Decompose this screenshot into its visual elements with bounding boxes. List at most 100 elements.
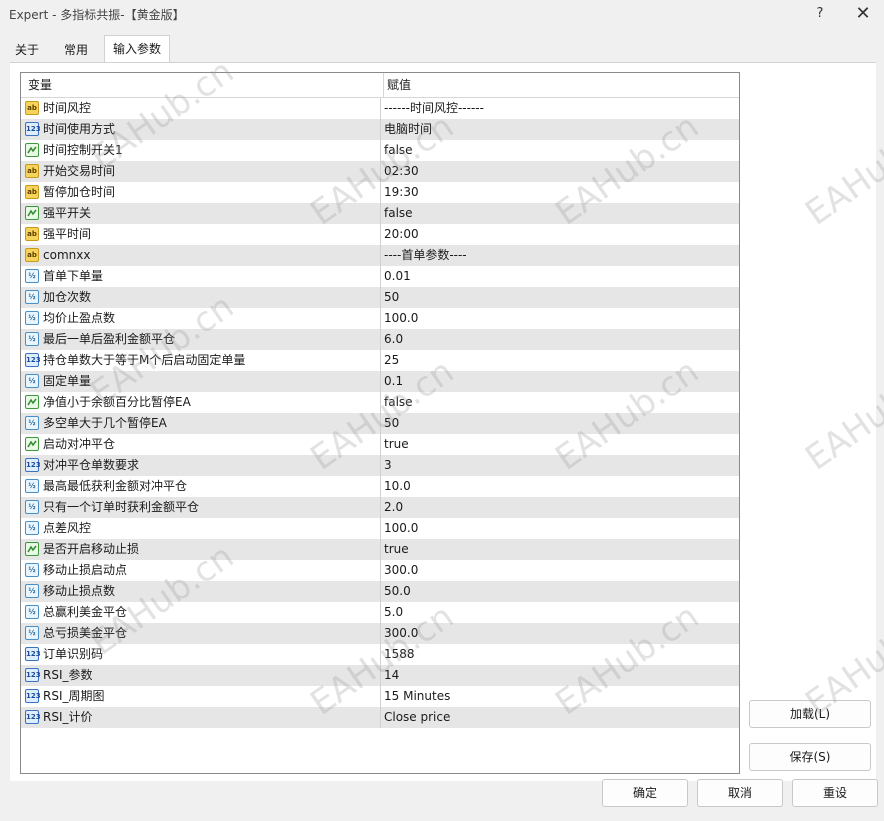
double-type-icon: ½ (25, 584, 39, 598)
parameter-name: 最高最低获利金额对冲平仓 (43, 479, 188, 493)
double-type-icon: ½ (25, 563, 39, 577)
tab-about[interactable]: 关于 (12, 38, 42, 62)
parameter-value[interactable]: 300.0 (380, 623, 734, 644)
parameter-row[interactable]: ab 暂停加仓时间 19:30 (21, 182, 739, 203)
parameter-row[interactable]: ½ 点差风控 100.0 (21, 518, 739, 539)
parameter-value[interactable]: 14 (380, 665, 734, 686)
parameter-name: 多空单大于几个暂停EA (43, 416, 167, 430)
parameter-name: 总亏损美金平仓 (43, 626, 128, 640)
parameter-value[interactable]: 电脑时间 (380, 119, 734, 140)
column-header-variable[interactable]: 变量 (28, 73, 52, 97)
parameter-name: 净值小于余额百分比暂停EA (43, 395, 191, 409)
double-type-icon: ½ (25, 500, 39, 514)
string-type-icon: ab (25, 164, 39, 178)
parameter-value[interactable]: 2.0 (380, 497, 734, 518)
string-type-icon: ab (25, 227, 39, 241)
parameter-value[interactable]: 50.0 (380, 581, 734, 602)
parameter-name: 总赢利美金平仓 (43, 605, 128, 619)
parameter-value[interactable]: 5.0 (380, 602, 734, 623)
parameter-value[interactable]: 15 Minutes (380, 686, 734, 707)
parameter-row[interactable]: 时间控制开关1 false (21, 140, 739, 161)
parameter-name: 只有一个订单时获利金额平仓 (43, 500, 200, 514)
parameter-row[interactable]: ½ 首单下单量 0.01 (21, 266, 739, 287)
double-type-icon: ½ (25, 626, 39, 640)
parameter-row[interactable]: 净值小于余额百分比暂停EA false (21, 392, 739, 413)
string-type-icon: ab (25, 185, 39, 199)
close-button[interactable]: ✕ (851, 3, 875, 25)
parameter-name: 移动止损点数 (43, 584, 116, 598)
parameter-row[interactable]: 启动对冲平仓 true (21, 434, 739, 455)
integer-type-icon: 123 (25, 647, 41, 661)
parameter-row[interactable]: ½ 最后一单后盈利金额平仓 6.0 (21, 329, 739, 350)
reset-button[interactable]: 重设 (792, 779, 878, 807)
parameter-row[interactable]: ½ 总亏损美金平仓 300.0 (21, 623, 739, 644)
ok-button[interactable]: 确定 (602, 779, 688, 807)
parameter-value[interactable]: 50 (380, 413, 734, 434)
bool-type-icon (25, 395, 39, 409)
parameter-value[interactable]: 1588 (380, 644, 734, 665)
parameter-row[interactable]: ½ 移动止损点数 50.0 (21, 581, 739, 602)
parameter-value[interactable]: ------时间风控------ (380, 98, 734, 119)
parameter-name: 启动对冲平仓 (43, 437, 116, 451)
integer-type-icon: 123 (25, 710, 41, 724)
parameter-row[interactable]: ab 时间风控 ------时间风控------ (21, 98, 739, 119)
parameter-value[interactable]: ----首单参数---- (380, 245, 734, 266)
column-header-value[interactable]: 赋值 (383, 73, 737, 97)
parameter-row[interactable]: 123 RSI_计价 Close price (21, 707, 739, 728)
save-button[interactable]: 保存(S) (749, 743, 871, 771)
double-type-icon: ½ (25, 521, 39, 535)
parameter-value[interactable]: 0.1 (380, 371, 734, 392)
parameter-value[interactable]: false (380, 392, 734, 413)
parameter-name: 暂停加仓时间 (43, 185, 116, 199)
double-type-icon: ½ (25, 311, 39, 325)
integer-type-icon: 123 (25, 353, 41, 367)
parameter-row[interactable]: ½ 移动止损启动点 300.0 (21, 560, 739, 581)
parameters-grid: 变量 赋值 ab 时间风控 ------时间风控------ 123 时间使用方式 电脑时… (20, 72, 740, 774)
parameter-value[interactable]: 300.0 (380, 560, 734, 581)
parameter-value[interactable]: 10.0 (380, 476, 734, 497)
parameter-row[interactable]: 123 持仓单数大于等于M个后启动固定单量 25 (21, 350, 739, 371)
tab-inputs[interactable]: 输入参数 (104, 35, 170, 63)
parameter-row[interactable]: ½ 总赢利美金平仓 5.0 (21, 602, 739, 623)
parameter-row[interactable]: 123 对冲平仓单数要求 3 (21, 455, 739, 476)
parameter-value[interactable]: 02:30 (380, 161, 734, 182)
parameter-row[interactable]: ½ 多空单大于几个暂停EA 50 (21, 413, 739, 434)
help-button[interactable]: ? (810, 4, 830, 24)
parameter-name: 固定单量 (43, 374, 92, 388)
tab-common[interactable]: 常用 (60, 38, 92, 62)
parameter-value[interactable]: 19:30 (380, 182, 734, 203)
parameter-value[interactable]: 100.0 (380, 308, 734, 329)
load-button[interactable]: 加载(L) (749, 700, 871, 728)
parameter-row[interactable]: ½ 最高最低获利金额对冲平仓 10.0 (21, 476, 739, 497)
parameter-row[interactable]: 123 时间使用方式 电脑时间 (21, 119, 739, 140)
parameter-value[interactable]: 50 (380, 287, 734, 308)
parameter-value[interactable]: 3 (380, 455, 734, 476)
parameter-value[interactable]: 6.0 (380, 329, 734, 350)
parameter-name: 强平开关 (43, 206, 92, 220)
parameter-value[interactable]: true (380, 539, 734, 560)
parameter-row[interactable]: ab 强平时间 20:00 (21, 224, 739, 245)
parameter-row[interactable]: ab comnxx ----首单参数---- (21, 245, 739, 266)
parameter-value[interactable]: Close price (380, 707, 734, 728)
parameter-value[interactable]: 20:00 (380, 224, 734, 245)
parameter-value[interactable]: 0.01 (380, 266, 734, 287)
parameter-row[interactable]: 是否开启移动止损 true (21, 539, 739, 560)
parameter-row[interactable]: 123 订单识别码 1588 (21, 644, 739, 665)
parameter-row[interactable]: ½ 固定单量 0.1 (21, 371, 739, 392)
double-type-icon: ½ (25, 332, 39, 346)
parameter-value[interactable]: 100.0 (380, 518, 734, 539)
parameter-value[interactable]: false (380, 140, 734, 161)
parameter-row[interactable]: 强平开关 false (21, 203, 739, 224)
parameter-name: 点差风控 (43, 521, 92, 535)
parameter-row[interactable]: ½ 均价止盈点数 100.0 (21, 308, 739, 329)
string-type-icon: ab (25, 101, 39, 115)
parameter-value[interactable]: false (380, 203, 734, 224)
parameter-value[interactable]: true (380, 434, 734, 455)
cancel-button[interactable]: 取消 (697, 779, 783, 807)
parameter-row[interactable]: 123 RSI_参数 14 (21, 665, 739, 686)
parameter-row[interactable]: ½ 只有一个订单时获利金额平仓 2.0 (21, 497, 739, 518)
parameter-value[interactable]: 25 (380, 350, 734, 371)
parameter-row[interactable]: ab 开始交易时间 02:30 (21, 161, 739, 182)
parameter-row[interactable]: ½ 加仓次数 50 (21, 287, 739, 308)
parameter-row[interactable]: 123 RSI_周期图 15 Minutes (21, 686, 739, 707)
